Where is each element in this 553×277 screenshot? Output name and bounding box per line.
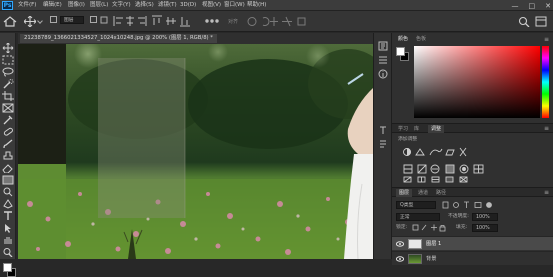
gradient-tool-icon[interactable] bbox=[2, 175, 14, 185]
auto-select-checkbox[interactable] bbox=[50, 16, 57, 23]
menu-3d[interactable]: 3D(D) bbox=[180, 1, 196, 10]
layers-menu-icon[interactable]: ≡ bbox=[544, 189, 549, 196]
tab-color[interactable]: 颜色 bbox=[398, 35, 408, 43]
opacity-label: 不透明度: bbox=[448, 214, 469, 219]
collapsed-panels-strip bbox=[373, 33, 391, 259]
lock-label: 锁定: bbox=[396, 225, 408, 230]
info-panel-icon[interactable] bbox=[378, 69, 388, 79]
workspace-icon[interactable] bbox=[535, 16, 547, 27]
lock-buttons bbox=[412, 224, 448, 232]
3d-mode-label: 对齐 bbox=[228, 19, 239, 25]
photoshop-logo: Ps bbox=[2, 1, 13, 10]
show-transform-checkbox[interactable] bbox=[90, 16, 97, 23]
tab-paths[interactable]: 路径 bbox=[436, 189, 446, 197]
document-tab-bar: 21238789_1366021334527_1024x10248.jpg @ … bbox=[18, 33, 373, 44]
properties-panel-icon[interactable] bbox=[378, 55, 388, 65]
tab-adjustments[interactable]: 调整 bbox=[428, 125, 445, 133]
maximize-button[interactable]: □ bbox=[529, 2, 536, 10]
menu-type[interactable]: 文字(Y) bbox=[112, 1, 131, 10]
layers-panel-header: 图层 通道 路径 ≡ bbox=[392, 187, 553, 197]
crop-tool-icon[interactable] bbox=[2, 91, 14, 101]
minimize-button[interactable]: — bbox=[512, 2, 519, 10]
tools-panel bbox=[0, 33, 16, 277]
preset-chevron-icon[interactable] bbox=[37, 18, 43, 24]
add-adjustment-heading: 添加调整 bbox=[398, 137, 418, 142]
3d-mode-group bbox=[246, 15, 316, 28]
adjustment-icons-grid bbox=[402, 147, 522, 183]
layer-filter-icons bbox=[442, 201, 522, 209]
menu-file[interactable]: 文件(F) bbox=[18, 1, 36, 10]
layer-kind-filter[interactable]: Q类型 bbox=[396, 201, 436, 209]
fill-input[interactable]: 100% bbox=[472, 224, 498, 232]
color-panel-foreground-swatch[interactable] bbox=[396, 47, 405, 56]
frame-tool-icon[interactable] bbox=[2, 103, 14, 113]
search-icon[interactable] bbox=[518, 16, 530, 27]
opacity-input[interactable]: 100% bbox=[472, 213, 498, 221]
move-tool-preset-icon[interactable] bbox=[24, 16, 36, 27]
type-tool-icon[interactable] bbox=[2, 211, 14, 221]
menu-window[interactable]: 窗口(W) bbox=[224, 1, 245, 10]
adjustments-menu-icon[interactable]: ≡ bbox=[544, 125, 549, 132]
color-panel-menu-icon[interactable]: ≡ bbox=[544, 36, 549, 43]
history-panel-icon[interactable] bbox=[378, 41, 388, 51]
transform-icon bbox=[100, 16, 108, 24]
path-selection-tool-icon[interactable] bbox=[2, 223, 14, 233]
layer-row[interactable]: 背景 bbox=[392, 251, 553, 265]
menu-view[interactable]: 视图(V) bbox=[202, 1, 221, 10]
zoom-tool-icon[interactable] bbox=[2, 247, 14, 257]
healing-brush-tool-icon[interactable] bbox=[2, 127, 14, 137]
options-bar: 图层 对齐 bbox=[0, 11, 553, 32]
menu-select[interactable]: 选择(S) bbox=[135, 1, 154, 10]
clone-stamp-tool-icon[interactable] bbox=[2, 151, 14, 161]
character-panel-icon[interactable] bbox=[378, 125, 388, 135]
hue-slider[interactable] bbox=[542, 46, 549, 118]
tab-learn[interactable]: 学习 bbox=[398, 125, 408, 133]
auto-select-dropdown[interactable]: 图层 bbox=[60, 16, 84, 24]
marquee-tool-icon[interactable] bbox=[2, 55, 14, 65]
menu-filter[interactable]: 滤镜(T) bbox=[158, 1, 177, 10]
close-button[interactable]: ✕ bbox=[545, 2, 551, 10]
eraser-tool-icon[interactable] bbox=[2, 163, 14, 173]
brush-tool-icon[interactable] bbox=[2, 139, 14, 149]
pen-tool-icon[interactable] bbox=[2, 199, 14, 209]
color-picker-field[interactable] bbox=[414, 46, 540, 118]
tab-swatches[interactable]: 色板 bbox=[416, 35, 426, 43]
layer-row[interactable]: 图层 1 bbox=[392, 236, 553, 250]
hand-tool-icon[interactable] bbox=[2, 235, 14, 245]
document-tab[interactable]: 21238789_1366021334527_1024x10248.jpg @ … bbox=[20, 34, 217, 43]
quick-selection-tool-icon[interactable] bbox=[2, 79, 14, 89]
eyedropper-tool-icon[interactable] bbox=[2, 115, 14, 125]
menu-image[interactable]: 图像(I) bbox=[68, 1, 85, 10]
document-image bbox=[18, 44, 373, 259]
canvas-area[interactable] bbox=[18, 44, 373, 259]
menu-bar: Ps 文件(F) 编辑(E) 图像(I) 图层(L) 文字(Y) 选择(S) 滤… bbox=[0, 0, 553, 11]
align-buttons-group bbox=[112, 14, 222, 28]
paragraph-panel-icon[interactable] bbox=[378, 139, 388, 149]
layer-name[interactable]: 图层 1 bbox=[426, 240, 441, 247]
dodge-tool-icon[interactable] bbox=[2, 187, 14, 197]
window-controls: — □ ✕ bbox=[491, 0, 552, 11]
tab-channels[interactable]: 通道 bbox=[418, 189, 428, 197]
right-panels: 颜色 色板 ≡ 学习 库 调整 ≡ 添加调整 图层 通道 路径 ≡ Q类型 正常… bbox=[391, 33, 553, 265]
layer-thumbnail bbox=[408, 254, 422, 264]
menu-help[interactable]: 帮助(H) bbox=[247, 1, 266, 10]
lasso-tool-icon[interactable] bbox=[2, 67, 14, 77]
menu-layer[interactable]: 图层(L) bbox=[90, 1, 108, 10]
fill-label: 填充: bbox=[456, 225, 468, 230]
foreground-color-swatch[interactable] bbox=[3, 263, 12, 272]
layer-thumbnail bbox=[408, 239, 422, 249]
move-tool-icon[interactable] bbox=[2, 43, 14, 53]
tab-libraries[interactable]: 库 bbox=[414, 125, 419, 133]
tab-layers[interactable]: 图层 bbox=[396, 189, 413, 197]
visibility-eye-icon[interactable] bbox=[396, 241, 404, 247]
menu-edit[interactable]: 编辑(E) bbox=[43, 1, 62, 10]
blend-mode-dropdown[interactable]: 正常 bbox=[396, 213, 440, 221]
visibility-eye-icon[interactable] bbox=[396, 256, 404, 262]
home-icon[interactable] bbox=[3, 16, 17, 27]
adjustments-panel-header: 学习 库 调整 ≡ bbox=[392, 123, 553, 133]
